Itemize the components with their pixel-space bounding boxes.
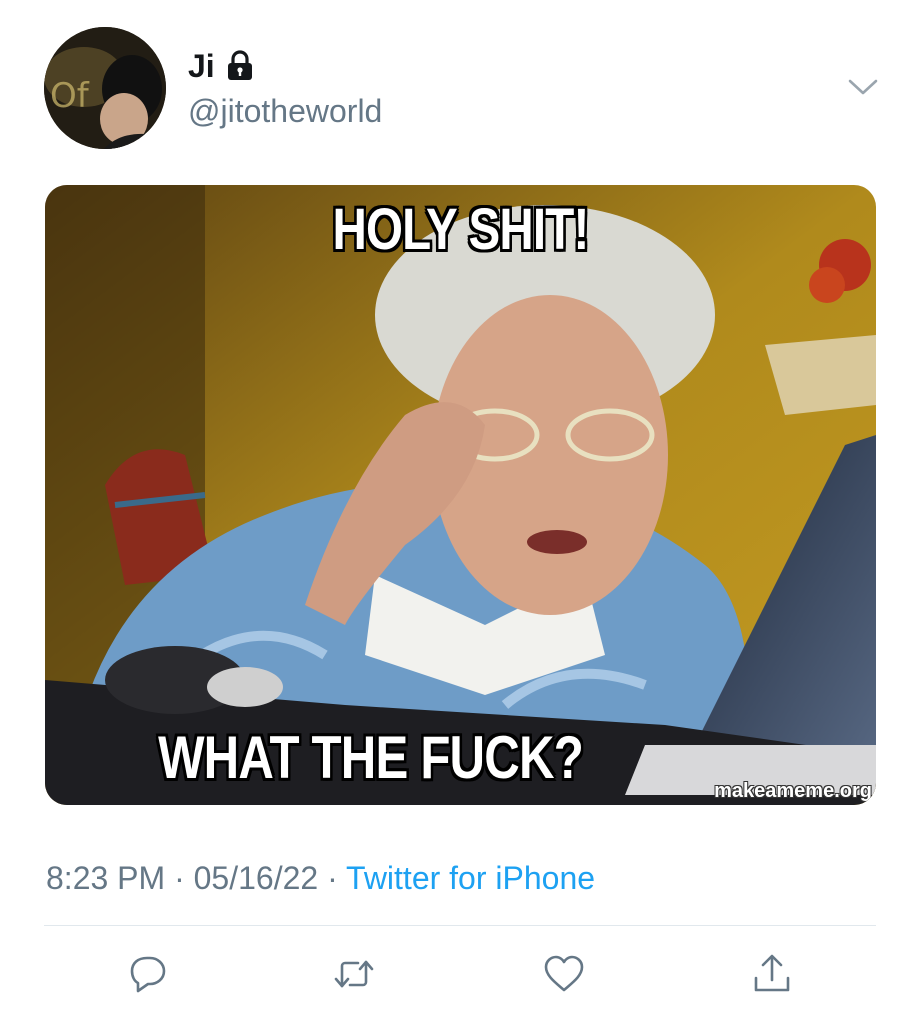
reply-icon [130, 956, 166, 993]
meta-separator: · [327, 860, 338, 896]
lock-icon [227, 50, 252, 80]
retweet-icon [334, 960, 374, 988]
divider [44, 925, 876, 926]
retweet-button[interactable] [332, 952, 376, 996]
chevron-down-icon[interactable] [846, 74, 880, 100]
handle[interactable]: @jitotheworld [188, 91, 382, 131]
svg-text:Of: Of [50, 76, 90, 116]
tweet-meta: 8:23 PM · 05/16/22 · Twitter for iPhone [46, 858, 595, 898]
like-button[interactable] [542, 952, 586, 996]
meme-watermark: makeameme.org [714, 780, 872, 802]
meme-top-caption: HOLY SHIT! [332, 197, 589, 262]
display-name[interactable]: Ji [188, 46, 215, 86]
reply-button[interactable] [126, 952, 170, 996]
share-button[interactable] [750, 952, 794, 996]
tweet-date[interactable]: 05/16/22 [194, 860, 319, 896]
author-name-row: Ji [188, 46, 255, 86]
avatar-image: Of [44, 27, 166, 149]
tweet-source-link[interactable]: Twitter for iPhone [346, 860, 595, 896]
meme-illustration [45, 185, 876, 805]
tweet: Of Ji @jitotheworld HOLY SHIT! WHAT THE … [0, 0, 921, 1024]
share-icon [754, 954, 790, 992]
meta-separator: · [174, 860, 185, 896]
meme-bottom-caption: WHAT THE FUCK? [158, 724, 584, 791]
tweet-time[interactable]: 8:23 PM [46, 860, 165, 896]
avatar[interactable]: Of [44, 27, 166, 149]
tweet-media-image[interactable]: HOLY SHIT! WHAT THE FUCK? makeameme.org [45, 185, 876, 805]
heart-icon [544, 955, 584, 992]
